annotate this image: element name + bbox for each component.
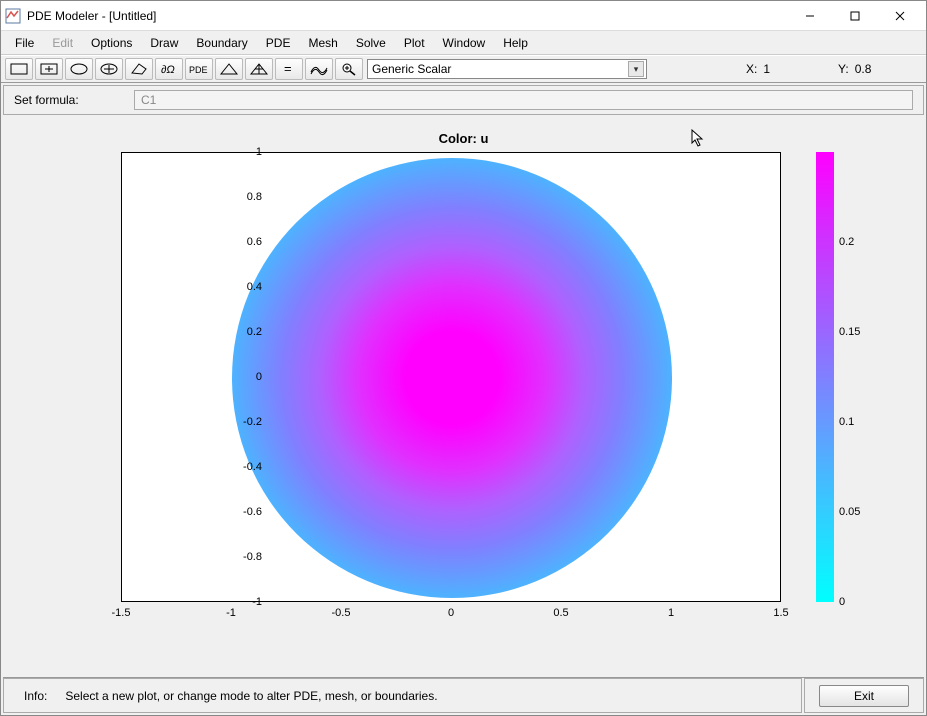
boundary-mode-icon[interactable]: ∂Ω <box>155 58 183 80</box>
y-tick: 0 <box>222 371 262 383</box>
y-tick: 0.2 <box>222 326 262 338</box>
y-tick: 0.8 <box>222 191 262 203</box>
pde-mode-icon[interactable]: PDE <box>185 58 213 80</box>
menu-draw[interactable]: Draw <box>142 34 186 52</box>
rectangle-center-tool-icon[interactable] <box>35 58 63 80</box>
info-text: Select a new plot, or change mode to alt… <box>65 689 437 703</box>
menu-plot[interactable]: Plot <box>396 34 433 52</box>
colorbar-tick: 0.15 <box>839 326 860 338</box>
ellipse-tool-icon[interactable] <box>65 58 93 80</box>
x-tick: 0.5 <box>553 607 568 619</box>
colorbar <box>816 152 834 602</box>
minimize-button[interactable] <box>787 1 832 31</box>
coord-x: X: 1 <box>740 62 830 76</box>
menubar: File Edit Options Draw Boundary PDE Mesh… <box>1 31 926 55</box>
menu-edit[interactable]: Edit <box>44 34 81 52</box>
toolbar: ∂Ω PDE = Generic Scalar ▾ X: 1 Y: 0.8 <box>1 55 926 83</box>
formula-label: Set formula: <box>14 93 124 107</box>
close-button[interactable] <box>877 1 922 31</box>
y-tick: 1 <box>222 146 262 158</box>
exit-panel: Exit <box>804 678 924 713</box>
colorbar-tick: 0.2 <box>839 236 854 248</box>
svg-text:=: = <box>284 62 292 76</box>
menu-mesh[interactable]: Mesh <box>300 34 345 52</box>
menu-window[interactable]: Window <box>435 34 494 52</box>
menu-file[interactable]: File <box>7 34 42 52</box>
mesh-init-icon[interactable] <box>215 58 243 80</box>
chevron-down-icon: ▾ <box>628 61 644 77</box>
solve-icon[interactable]: = <box>275 58 303 80</box>
maximize-button[interactable] <box>832 1 877 31</box>
menu-options[interactable]: Options <box>83 34 140 52</box>
colorbar-tick: 0 <box>839 596 845 608</box>
x-tick: 1.5 <box>773 607 788 619</box>
formula-bar: Set formula: C1 <box>3 85 924 115</box>
ellipse-center-tool-icon[interactable] <box>95 58 123 80</box>
menu-boundary[interactable]: Boundary <box>188 34 255 52</box>
x-tick: 0 <box>448 607 454 619</box>
x-tick: 1 <box>668 607 674 619</box>
zoom-icon[interactable] <box>335 58 363 80</box>
plot-3d-icon[interactable] <box>305 58 333 80</box>
titlebar: PDE Modeler - [Untitled] <box>1 1 926 31</box>
svg-text:∂Ω: ∂Ω <box>161 64 175 76</box>
rectangle-tool-icon[interactable] <box>5 58 33 80</box>
y-tick: -0.8 <box>222 551 262 563</box>
polygon-tool-icon[interactable] <box>125 58 153 80</box>
menu-pde[interactable]: PDE <box>258 34 299 52</box>
y-tick: 0.4 <box>222 281 262 293</box>
menu-solve[interactable]: Solve <box>348 34 394 52</box>
y-tick: -0.2 <box>222 416 262 428</box>
y-tick: 0.6 <box>222 236 262 248</box>
application-mode-dropdown[interactable]: Generic Scalar ▾ <box>367 59 647 79</box>
x-tick: -1.5 <box>112 607 131 619</box>
plot-title: Color: u <box>1 131 926 146</box>
menu-help[interactable]: Help <box>495 34 536 52</box>
info-label: Info: <box>24 689 47 703</box>
colorbar-tick: 0.1 <box>839 416 854 428</box>
x-tick: -1 <box>226 607 236 619</box>
formula-input[interactable]: C1 <box>134 90 913 110</box>
window-title: PDE Modeler - [Untitled] <box>27 9 156 23</box>
app-icon <box>5 8 21 24</box>
y-tick: -0.6 <box>222 506 262 518</box>
colorbar-tick: 0.05 <box>839 506 860 518</box>
axes[interactable] <box>121 152 781 602</box>
dropdown-value: Generic Scalar <box>372 62 451 76</box>
plot-area: Color: u 1 0.8 0.6 0.4 0.2 0 -0.2 -0.4 -0.6 -0.8 -… <box>1 117 926 675</box>
coord-y: Y: 0.8 <box>832 62 922 76</box>
bottombar: Info: Select a new plot, or change mode … <box>3 677 924 713</box>
exit-button[interactable]: Exit <box>819 685 909 707</box>
info-panel: Info: Select a new plot, or change mode … <box>3 678 802 713</box>
mesh-refine-icon[interactable] <box>245 58 273 80</box>
x-tick: -0.5 <box>332 607 351 619</box>
y-tick: -0.4 <box>222 461 262 473</box>
svg-text:PDE: PDE <box>189 65 208 75</box>
solution-disk <box>232 158 672 598</box>
